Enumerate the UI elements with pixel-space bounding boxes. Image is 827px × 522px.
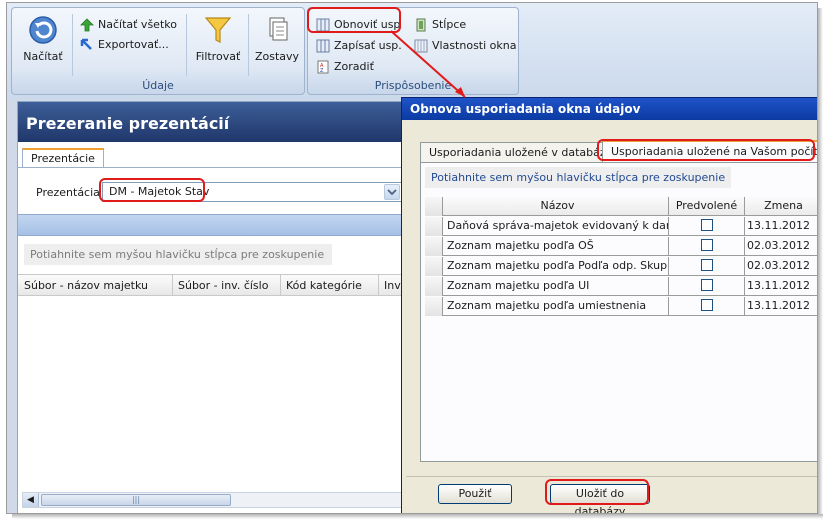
window-shadow-right — [818, 8, 823, 516]
window-shadow-bottom — [12, 514, 823, 519]
callout-arrow — [390, 30, 466, 98]
application-window: Načítať Načítať všetko Exportovať... Fil… — [6, 2, 818, 514]
